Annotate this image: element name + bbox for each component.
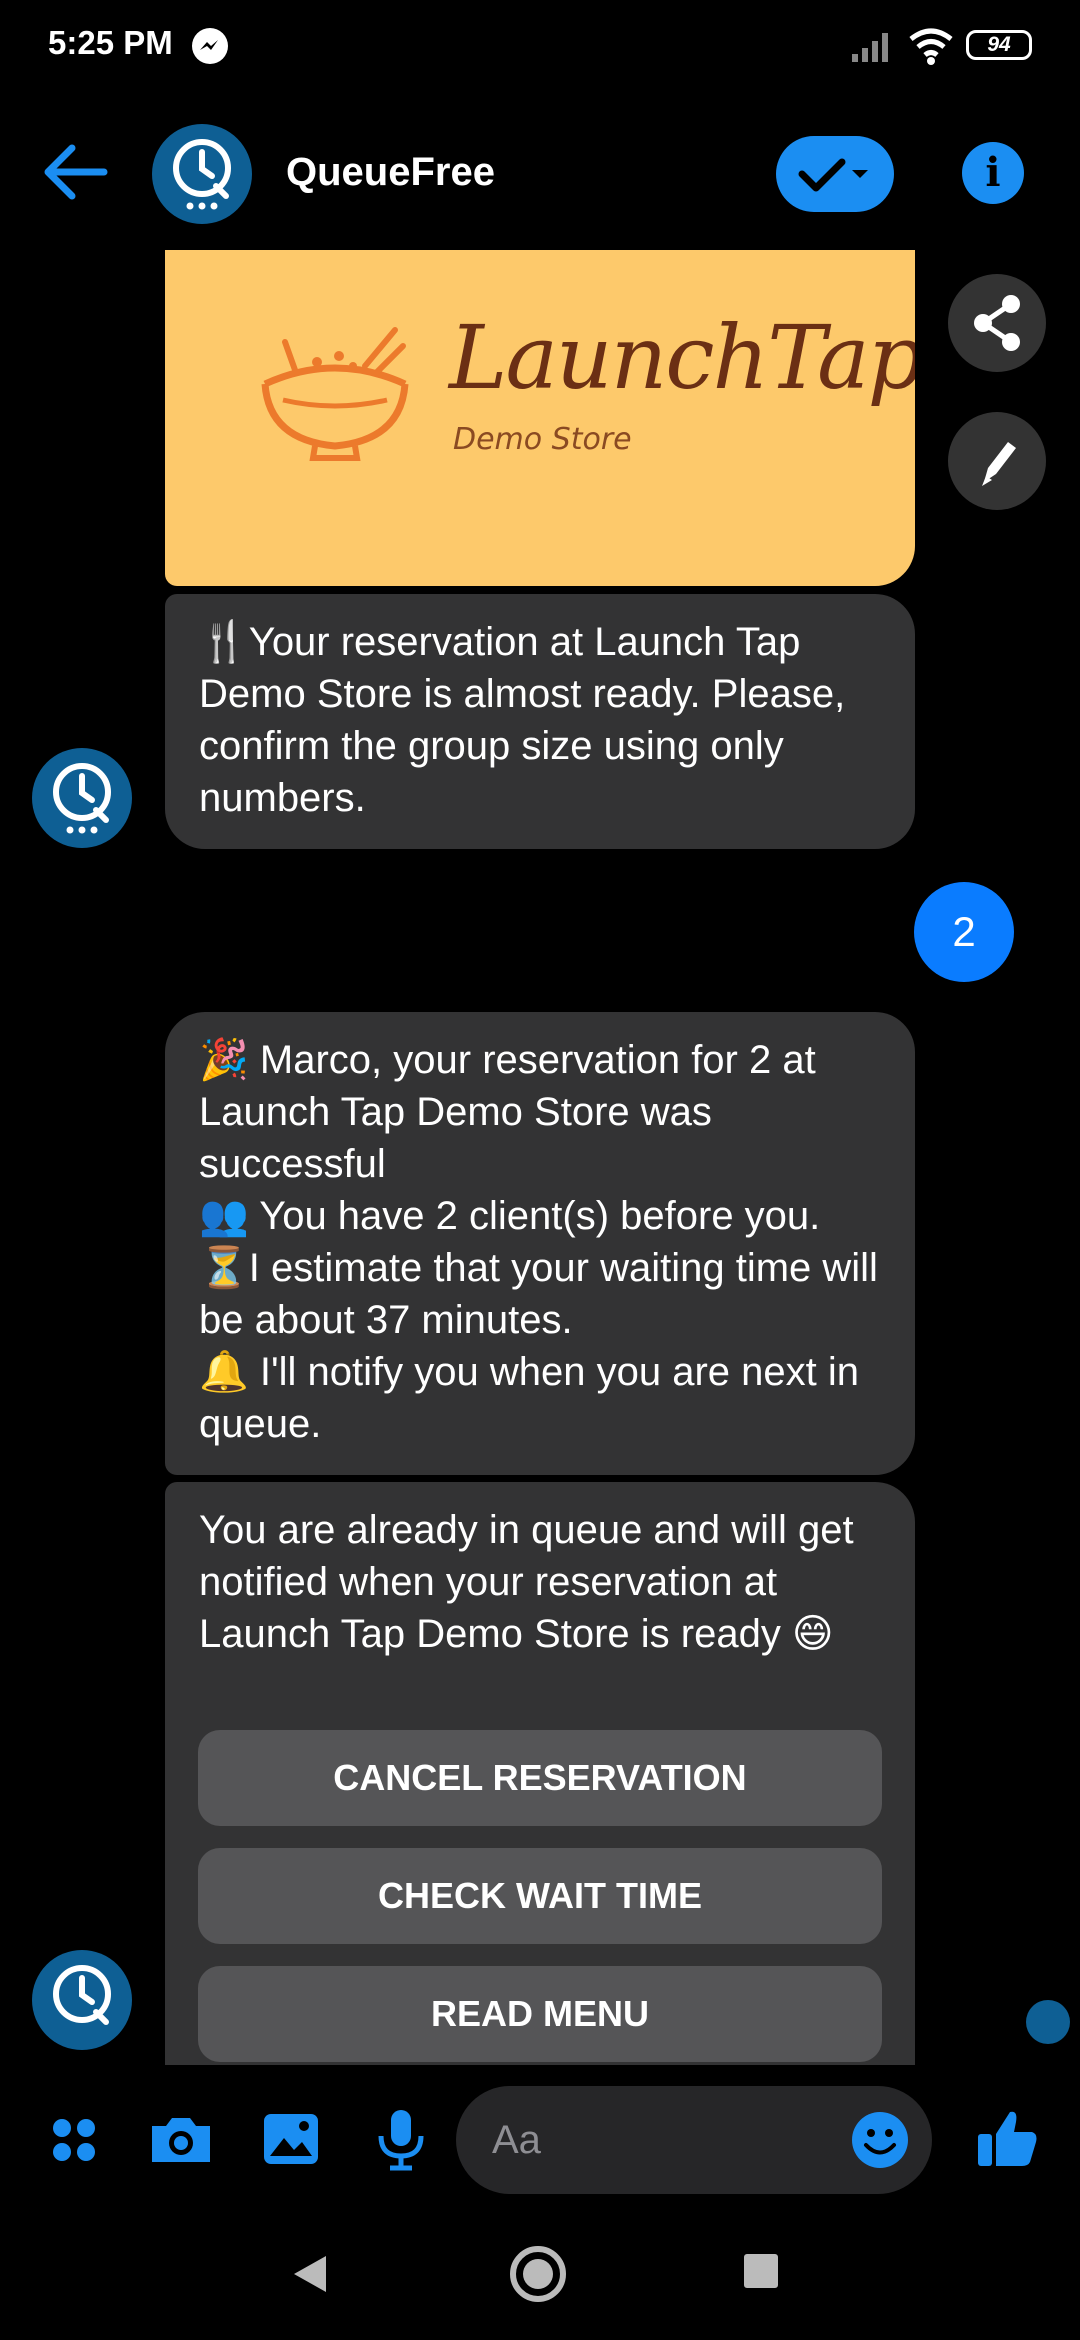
- check-wait-time-button[interactable]: CHECK WAIT TIME: [198, 1848, 882, 1944]
- bot-avatar[interactable]: [32, 748, 132, 848]
- camera-icon[interactable]: [146, 2104, 216, 2174]
- message-input[interactable]: [492, 2086, 822, 2194]
- composer-bar: [0, 2080, 1080, 2200]
- banner-title: LaunchTap: [449, 306, 915, 409]
- system-nav-bar: [0, 2220, 1080, 2340]
- pencil-icon: [982, 442, 1016, 486]
- user-message[interactable]: 2: [914, 882, 1014, 982]
- edit-button[interactable]: [948, 412, 1046, 510]
- message-text: 🍴Your reservation at Launch Tap Demo Sto…: [199, 620, 857, 820]
- wifi-icon: [909, 28, 953, 65]
- signal-icon: [852, 33, 888, 62]
- queue-clock-logo-icon: [173, 139, 231, 210]
- chat-header: QueueFree i: [0, 110, 1080, 240]
- messenger-notification-icon: [192, 28, 228, 64]
- thumbs-up-icon[interactable]: [972, 2104, 1042, 2174]
- image-icon[interactable]: [256, 2104, 326, 2174]
- arrow-left-icon: [44, 144, 108, 200]
- message-text: 🎉 Marco, your reservation for 2 at Launc…: [199, 1038, 878, 1446]
- nav-recents-button[interactable]: [744, 2254, 778, 2288]
- microphone-icon[interactable]: [366, 2104, 436, 2174]
- nav-back-icon[interactable]: [290, 2252, 330, 2296]
- page-avatar[interactable]: [152, 124, 252, 224]
- bot-message[interactable]: 🎉 Marco, your reservation for 2 at Launc…: [165, 1012, 915, 1475]
- battery-icon: 94: [966, 30, 1032, 60]
- banner-subtitle: Demo Store: [453, 422, 632, 457]
- bot-message-with-buttons[interactable]: You are already in queue and will get no…: [165, 1482, 915, 2065]
- status-bar: 5:25 PM 94: [0, 0, 1080, 90]
- emoji-icon[interactable]: [850, 2110, 910, 2170]
- info-icon: i: [985, 149, 1001, 196]
- bot-avatar[interactable]: [32, 1950, 132, 2050]
- message-list[interactable]: LaunchTap Demo Store 🍴Your reservation a…: [0, 250, 1080, 2065]
- message-input-container[interactable]: [456, 2086, 932, 2194]
- store-banner-image[interactable]: LaunchTap Demo Store: [165, 250, 915, 586]
- apps-grid-icon[interactable]: [38, 2104, 108, 2174]
- bot-message[interactable]: 🍴Your reservation at Launch Tap Demo Sto…: [165, 594, 915, 849]
- back-button[interactable]: [40, 140, 112, 204]
- mark-done-button[interactable]: [776, 136, 894, 212]
- status-time: 5:25 PM: [48, 24, 173, 61]
- seen-indicator-avatar: [1026, 2000, 1070, 2044]
- share-button[interactable]: [948, 274, 1046, 372]
- message-text: You are already in queue and will get no…: [199, 1508, 865, 1656]
- food-bowl-icon: [261, 327, 409, 461]
- read-menu-button[interactable]: READ MENU: [198, 1966, 882, 2062]
- chat-title[interactable]: QueueFree: [286, 150, 495, 195]
- nav-home-button[interactable]: [510, 2246, 566, 2302]
- queue-clock-logo-icon: [53, 763, 111, 834]
- info-button[interactable]: i: [962, 142, 1024, 204]
- queue-clock-logo-icon: [53, 1965, 111, 2025]
- share-icon: [974, 295, 1020, 351]
- battery-level: 94: [987, 33, 1011, 56]
- cancel-reservation-button[interactable]: CANCEL RESERVATION: [198, 1730, 882, 1826]
- check-dropdown-icon: [798, 158, 868, 192]
